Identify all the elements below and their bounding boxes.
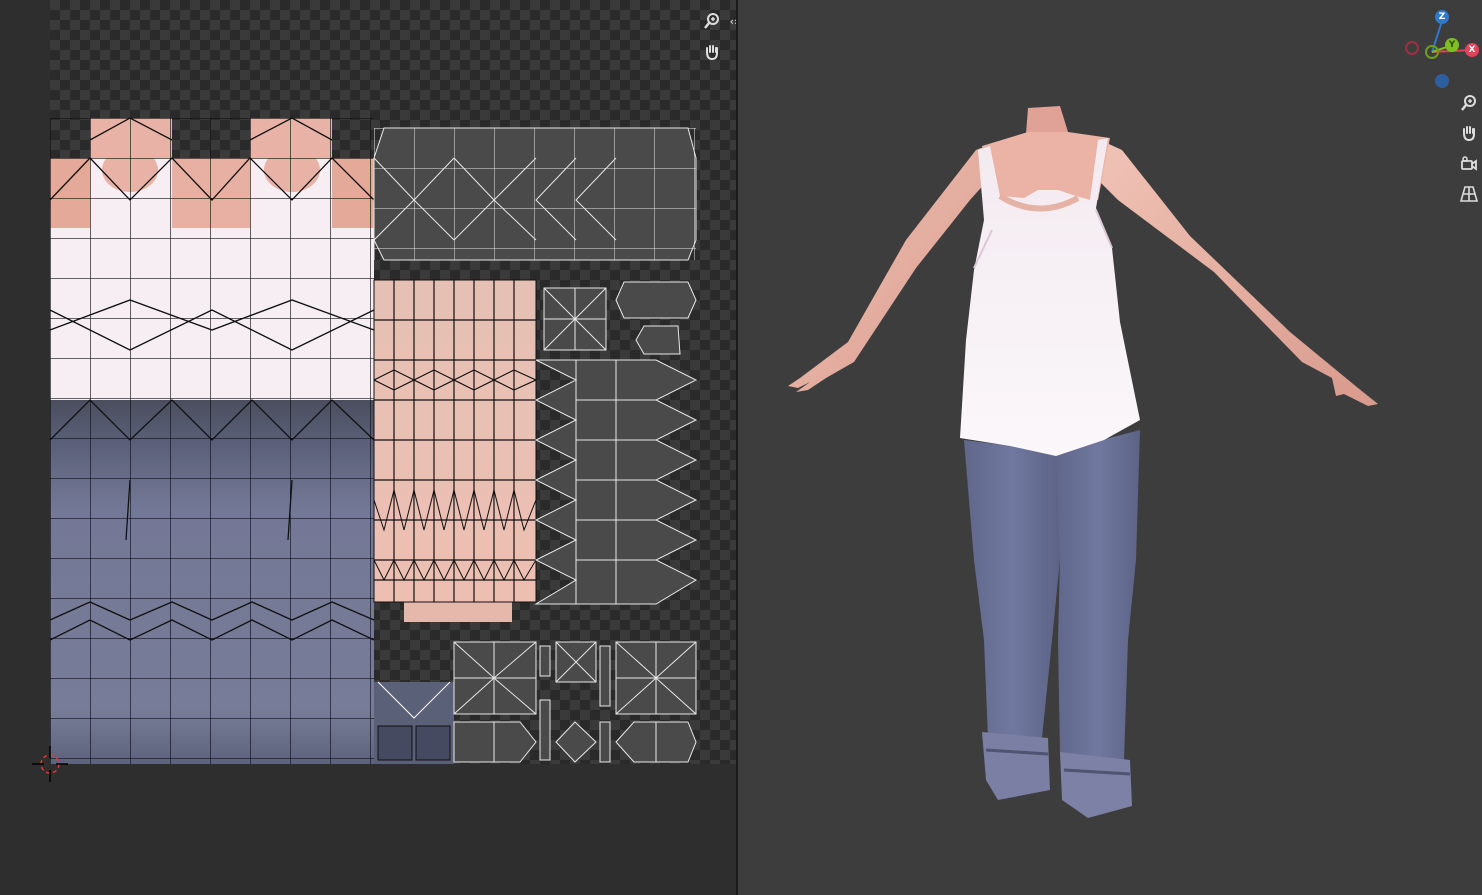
chevrons-icon[interactable]: ‹› xyxy=(724,8,736,34)
chest xyxy=(982,132,1110,200)
3d-viewport[interactable]: Z Y X xyxy=(738,0,1482,895)
jeans-right-leg xyxy=(1056,430,1140,760)
jeans-left-leg xyxy=(964,440,1060,738)
hand-icon[interactable] xyxy=(1456,120,1482,146)
shirt-uv-island xyxy=(49,117,375,400)
character-model[interactable] xyxy=(738,0,1482,895)
navigation-gizmo[interactable]: Z Y X xyxy=(1398,6,1482,96)
gizmo-neg-y-axis[interactable] xyxy=(1425,45,1439,59)
gizmo-x-axis[interactable]: X xyxy=(1465,43,1479,57)
gizmo-neg-x-axis[interactable] xyxy=(1405,41,1419,55)
camera-icon[interactable] xyxy=(1456,151,1482,177)
right-arm xyxy=(1098,140,1378,406)
left-cuff xyxy=(982,732,1050,800)
zoom-icon[interactable] xyxy=(699,8,725,34)
hand-icon[interactable] xyxy=(699,39,725,65)
left-arm xyxy=(788,142,996,392)
uv-texture-canvas[interactable] xyxy=(0,0,736,895)
arm-uv-island xyxy=(373,279,537,622)
gizmo-neg-z-axis[interactable] xyxy=(1435,74,1449,88)
right-cuff xyxy=(1060,752,1132,818)
neck xyxy=(1026,106,1068,134)
gizmo-y-axis[interactable]: Y xyxy=(1445,38,1459,52)
uv-editor-panel[interactable]: ‹› xyxy=(0,0,736,895)
gizmo-z-axis[interactable]: Z xyxy=(1435,10,1449,24)
grid-perspective-icon[interactable] xyxy=(1456,181,1482,207)
zoom-icon[interactable] xyxy=(1456,90,1482,116)
